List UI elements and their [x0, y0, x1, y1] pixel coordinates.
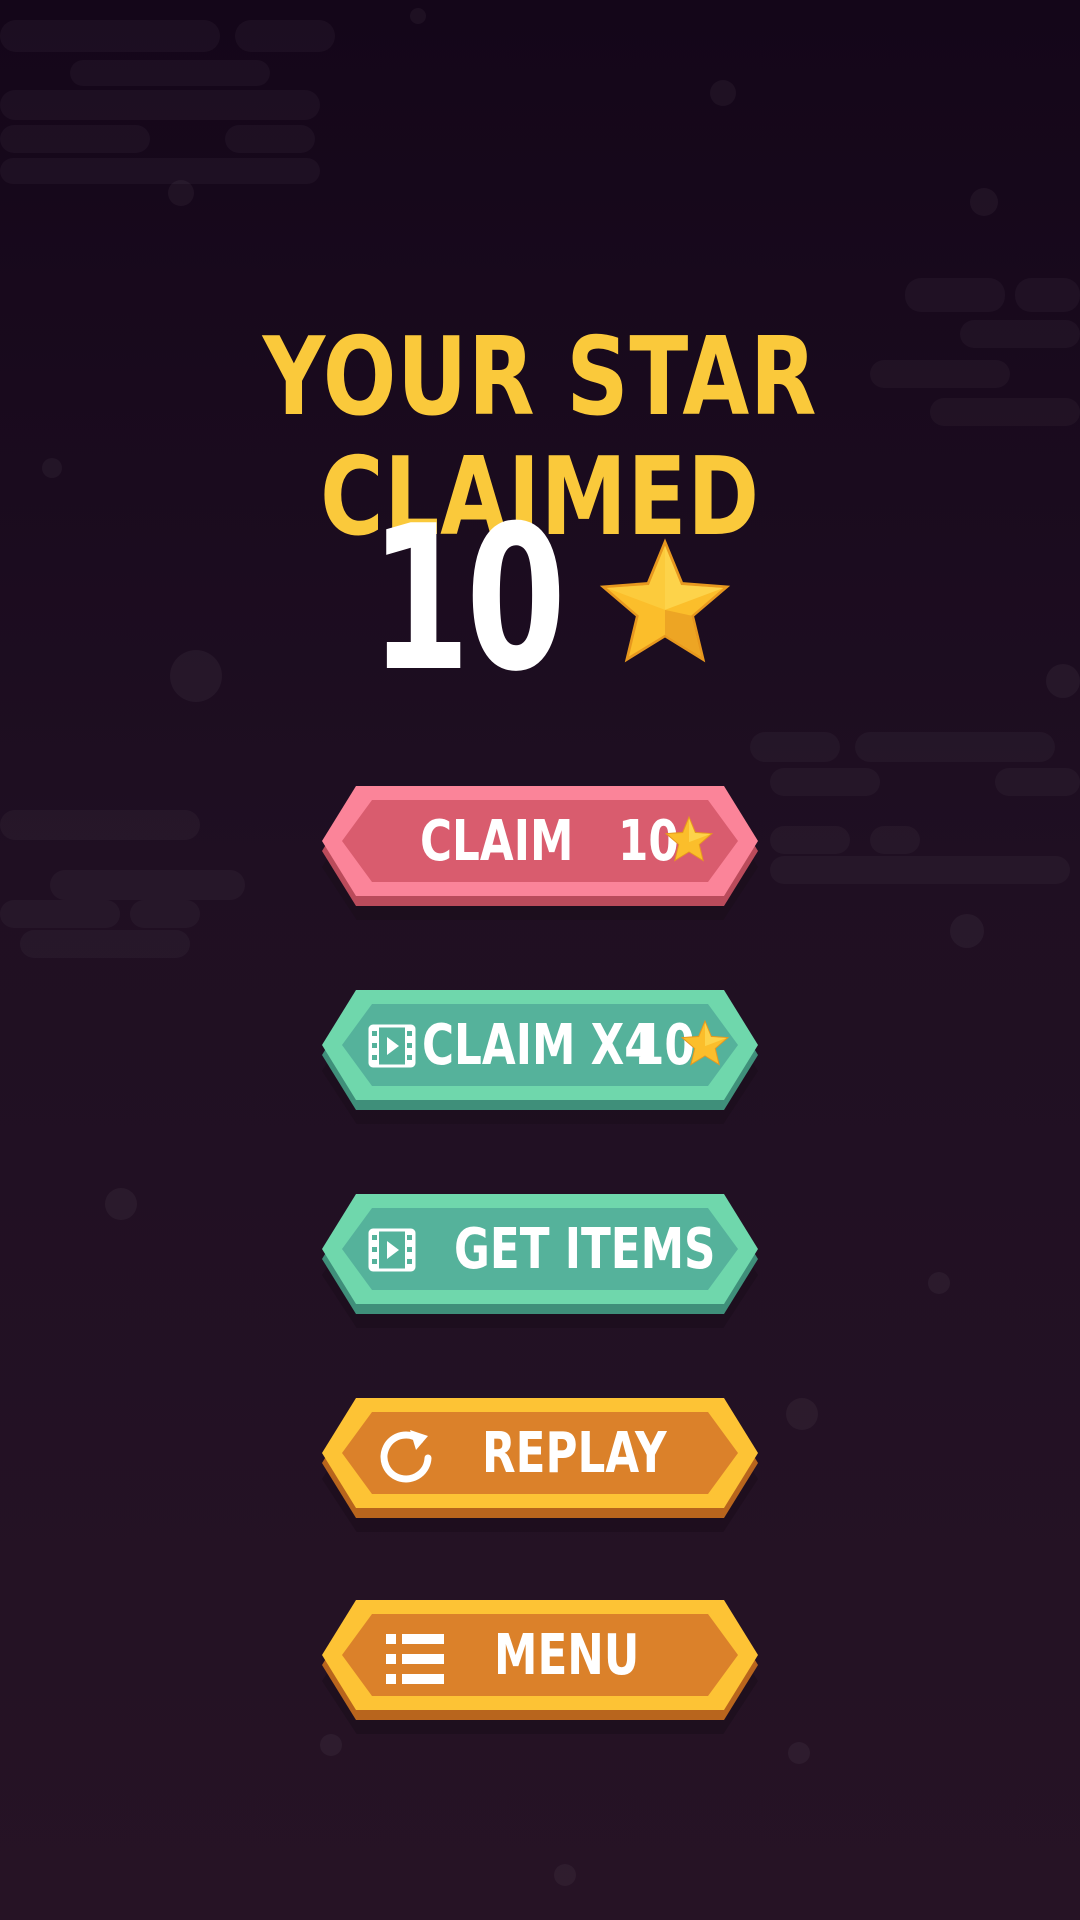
- video-film-icon: [368, 1024, 416, 1068]
- reward-amount: 10: [370, 483, 566, 716]
- replay-arrow-icon: [380, 1430, 432, 1483]
- claim-button[interactable]: CLAIM 10: [320, 780, 760, 920]
- replay-button-label: REPLAY: [482, 1421, 667, 1486]
- claim-button-label: CLAIM: [420, 809, 574, 874]
- video-film-icon: [368, 1228, 416, 1272]
- star-icon: [680, 1019, 730, 1066]
- menu-button-label: MENU: [494, 1623, 640, 1688]
- star-icon: [599, 538, 731, 663]
- menu-button[interactable]: MENU: [320, 1594, 760, 1734]
- reward-display: 10: [0, 500, 1080, 700]
- replay-button[interactable]: REPLAY: [320, 1392, 760, 1532]
- claim-x4-button[interactable]: CLAIM X4 10: [320, 984, 760, 1124]
- star-icon: [664, 815, 714, 862]
- get-items-button-label: GET ITEMS: [454, 1217, 716, 1282]
- get-items-button[interactable]: GET ITEMS: [320, 1188, 760, 1328]
- list-menu-icon: [386, 1634, 444, 1684]
- claim-x4-button-label: CLAIM X4: [422, 1013, 655, 1078]
